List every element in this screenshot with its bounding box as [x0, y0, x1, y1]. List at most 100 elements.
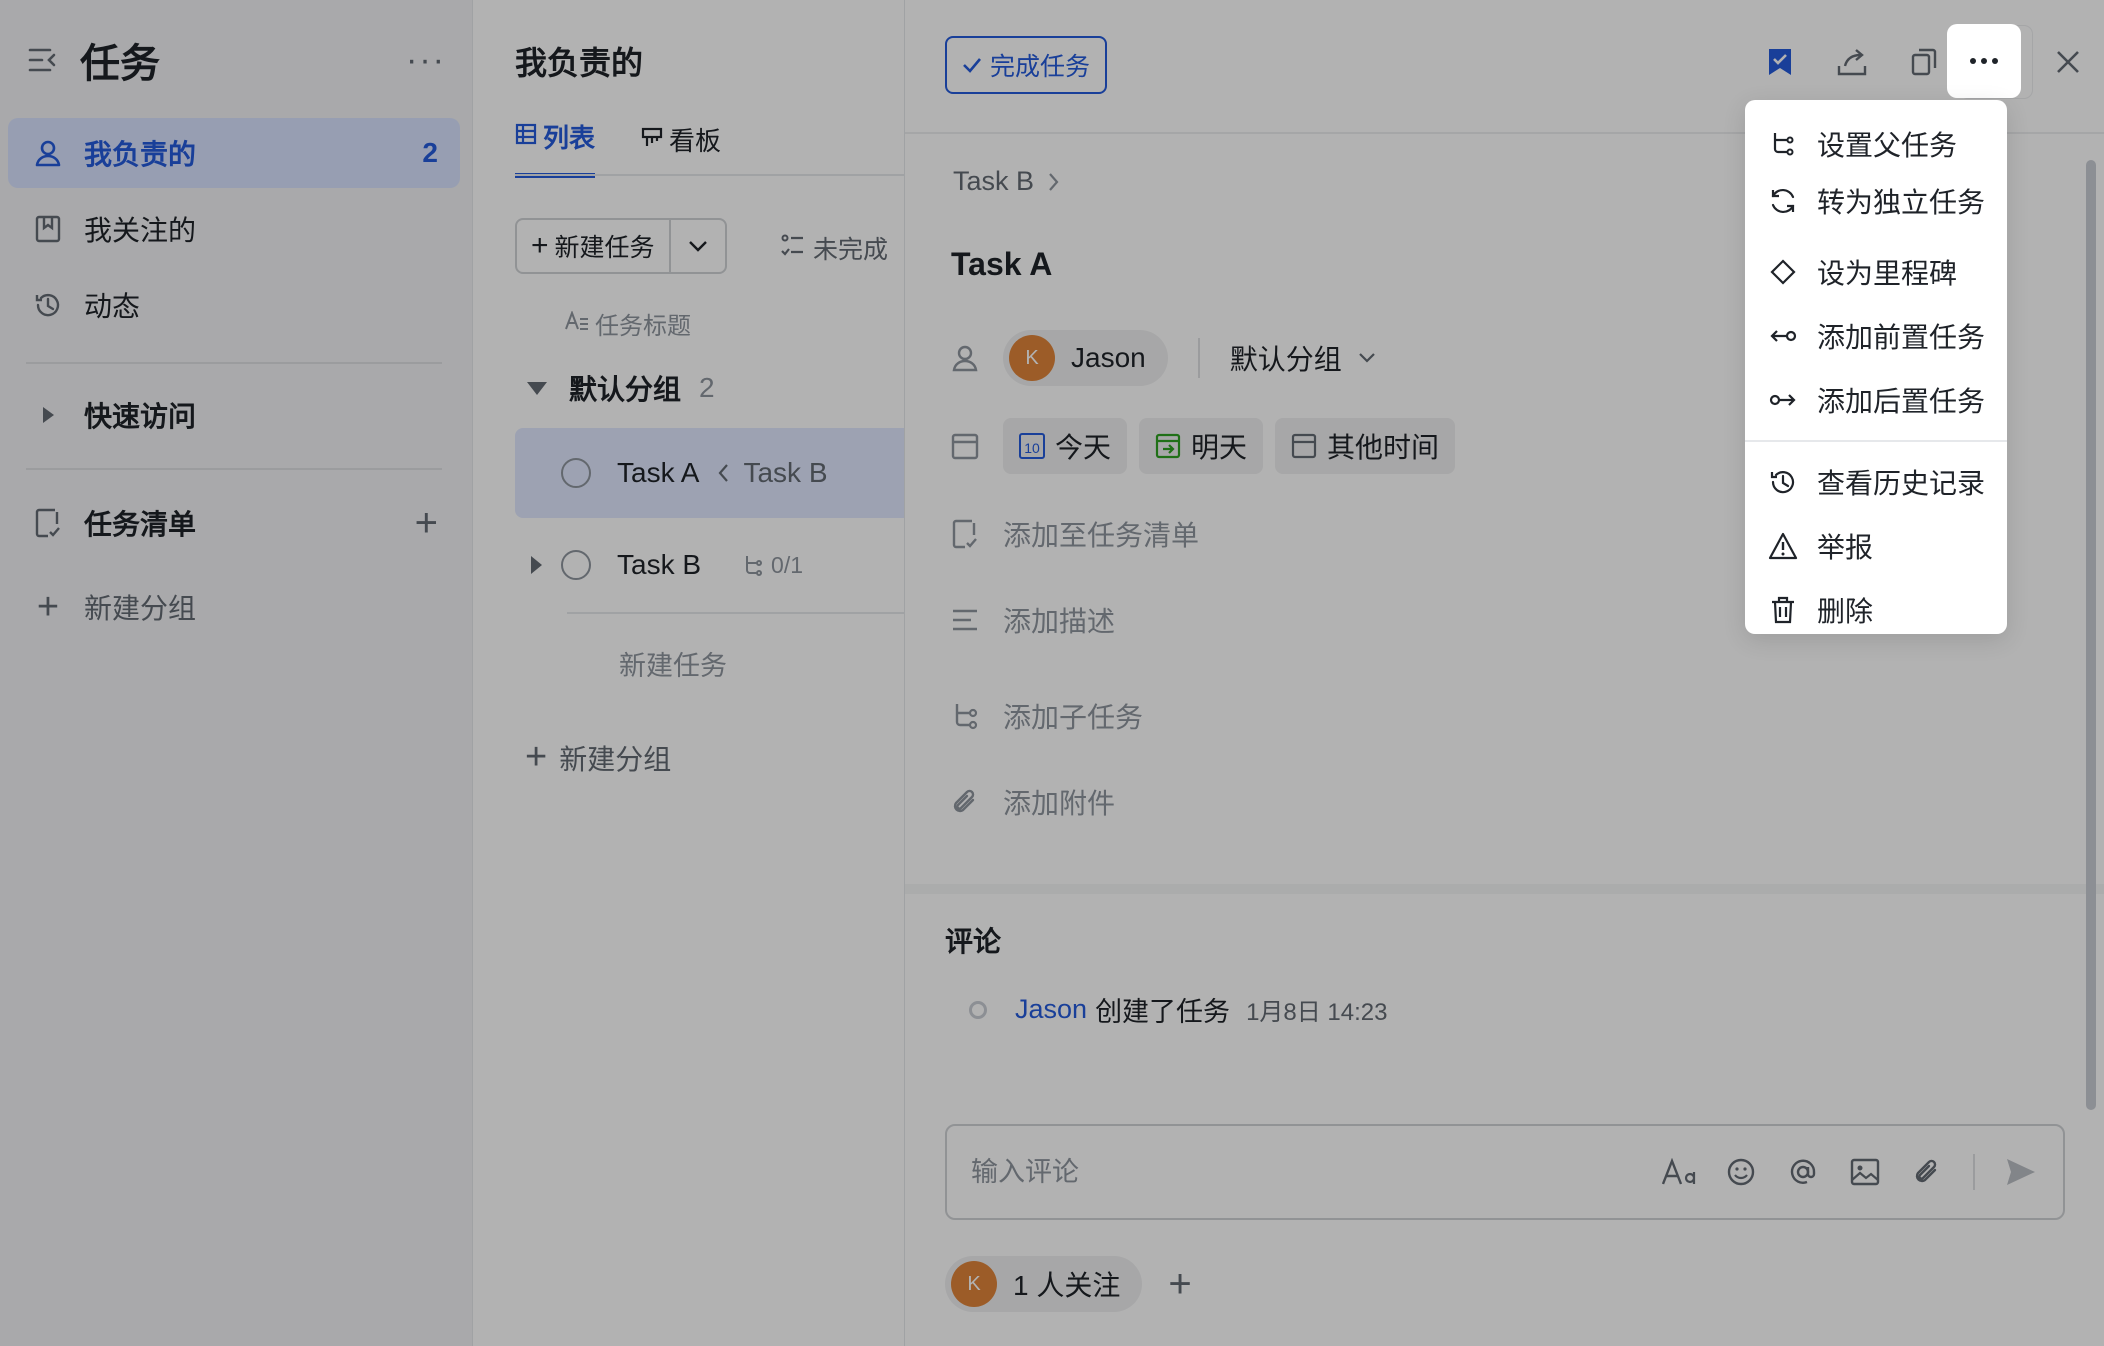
add-follower-icon[interactable]: +: [1168, 1262, 1191, 1307]
tab-label: 看板: [669, 125, 722, 156]
scrollbar[interactable]: [2086, 160, 2096, 1110]
menu-item-set-parent[interactable]: 设置父任务: [1745, 112, 2007, 176]
image-icon[interactable]: [1845, 1152, 1885, 1192]
plus-icon: +: [525, 736, 548, 778]
divider: [1973, 1154, 1975, 1190]
group-header[interactable]: 默认分组 2: [527, 368, 715, 408]
sidebar-item-following[interactable]: 我关注的: [8, 194, 460, 264]
breadcrumb[interactable]: Task B: [953, 166, 1060, 197]
collapse-sidebar-icon[interactable]: [26, 43, 60, 77]
menu-item-label: 添加前置任务: [1817, 322, 1986, 353]
expand-subtasks-icon[interactable]: [531, 556, 542, 574]
menu-item-convert-independent[interactable]: 转为独立任务: [1745, 168, 2007, 234]
emoji-icon[interactable]: [1721, 1152, 1761, 1192]
more-icon[interactable]: ···: [406, 43, 446, 77]
calendar-today-icon: 10: [1019, 433, 1045, 459]
new-group-button[interactable]: + 新建分组: [525, 736, 671, 779]
new-task-dropdown[interactable]: [671, 239, 725, 253]
sidebar-title: 任务: [80, 42, 160, 86]
sidebar-item-activity[interactable]: 动态: [8, 270, 460, 340]
text-format-icon[interactable]: [1659, 1152, 1699, 1192]
activity-dot: [969, 1000, 987, 1019]
filter-button[interactable]: 未完成: [781, 230, 888, 266]
date-tomorrow-button[interactable]: 明天: [1139, 418, 1264, 474]
chevron-down-icon: [1358, 353, 1375, 363]
collapse-group-icon[interactable]: [527, 381, 547, 395]
paperclip-icon[interactable]: [1907, 1152, 1947, 1192]
date-other-button[interactable]: 其他时间: [1275, 418, 1456, 474]
subtask-icon: [945, 696, 985, 736]
avatar: K: [1009, 335, 1055, 381]
new-task-label: 新建任务: [554, 234, 655, 262]
complete-checkbox[interactable]: [561, 458, 591, 488]
add-to-list-row[interactable]: 添加至任务清单: [945, 514, 1199, 554]
task-title[interactable]: Task A: [951, 246, 1052, 283]
sidebar-item-quick-access[interactable]: 快速访问: [8, 380, 460, 450]
menu-item-report[interactable]: 举报: [1745, 514, 2007, 578]
plus-icon: +: [531, 229, 549, 262]
tab-board[interactable]: 看板: [641, 118, 721, 178]
assignee-chip[interactable]: K Jason: [1003, 330, 1168, 386]
bookmark-icon[interactable]: [1744, 26, 1816, 98]
date-today-button[interactable]: 10 今天: [1003, 418, 1128, 474]
count-badge: 2: [422, 137, 438, 168]
divider: [567, 612, 904, 614]
share-icon[interactable]: [1816, 26, 1888, 98]
sidebar-item-my-tasks[interactable]: 我负责的 2: [8, 118, 460, 188]
menu-item-add-successor[interactable]: 添加后置任务: [1745, 368, 2007, 432]
description-row[interactable]: 添加描述: [945, 600, 1115, 640]
complete-task-button[interactable]: 完成任务: [945, 36, 1107, 94]
comment-input[interactable]: [969, 1155, 1659, 1189]
table-row[interactable]: Task A Task B: [515, 428, 904, 518]
comment-toolbar: [1659, 1152, 2041, 1192]
sidebar-item-label: 快速访问: [84, 401, 197, 432]
add-subtask-label: 添加子任务: [1003, 702, 1144, 733]
menu-item-label: 举报: [1817, 532, 1874, 563]
mention-icon[interactable]: [1783, 1152, 1823, 1192]
new-task-button[interactable]: + 新建任务: [517, 220, 671, 272]
list-view-icon: [515, 121, 537, 152]
followers: K 1 人关注 +: [945, 1256, 1192, 1312]
check-icon: [963, 58, 981, 73]
calendar-tomorrow-icon: [1155, 433, 1181, 459]
followers-chip[interactable]: K 1 人关注: [945, 1256, 1143, 1312]
task-list-icon: [945, 514, 985, 554]
sidebar-item-task-lists[interactable]: 任务清单 +: [8, 488, 460, 558]
complete-checkbox[interactable]: [561, 550, 591, 580]
followers-label: 1 人关注: [1013, 1270, 1121, 1301]
add-attachment-label: 添加附件: [1003, 788, 1116, 819]
menu-item-milestone[interactable]: 设为里程碑: [1745, 240, 2007, 304]
parent-task-icon: [1767, 128, 1799, 160]
board-view-icon: [641, 124, 663, 155]
tab-label: 列表: [543, 123, 596, 153]
activity-user[interactable]: Jason: [1015, 994, 1087, 1025]
parent-task-name: Task B: [743, 457, 828, 488]
menu-item-delete[interactable]: 删除: [1745, 578, 2007, 642]
table-row[interactable]: Task B 0/1: [515, 520, 904, 610]
more-button-highlighted[interactable]: [1947, 24, 2021, 98]
new-group-button[interactable]: + 新建分组: [8, 572, 460, 642]
parent-task: Task B: [717, 457, 828, 489]
subtask-row[interactable]: 添加子任务: [945, 696, 1143, 736]
group-select[interactable]: 默认分组: [1230, 338, 1376, 378]
divider: [26, 362, 442, 364]
sidebar-item-label: 我负责的: [84, 139, 197, 170]
attachment-row[interactable]: 添加附件: [945, 782, 1115, 822]
tab-list[interactable]: 列表: [515, 118, 596, 178]
paperclip-icon: [945, 782, 985, 822]
menu-item-history[interactable]: 查看历史记录: [1745, 450, 2007, 514]
breadcrumb-parent[interactable]: Task B: [953, 166, 1034, 197]
activity-item: Jason 创建了任务 1月8日 14:23: [969, 990, 1387, 1029]
close-icon[interactable]: [2032, 26, 2104, 98]
add-task-list-icon[interactable]: +: [415, 503, 438, 543]
chevron-left-icon: [719, 464, 729, 482]
menu-item-add-predecessor[interactable]: 添加前置任务: [1745, 304, 2007, 368]
inline-new-task[interactable]: 新建任务: [619, 644, 727, 683]
sidebar-item-label: 任务清单: [84, 509, 197, 540]
avatar: K: [951, 1261, 997, 1307]
chevron-down-icon: [689, 241, 707, 252]
successor-icon: [1767, 384, 1799, 416]
send-icon[interactable]: [2001, 1152, 2041, 1192]
more-icon: [1970, 58, 1998, 64]
sidebar-header: 任务 ···: [26, 32, 446, 88]
